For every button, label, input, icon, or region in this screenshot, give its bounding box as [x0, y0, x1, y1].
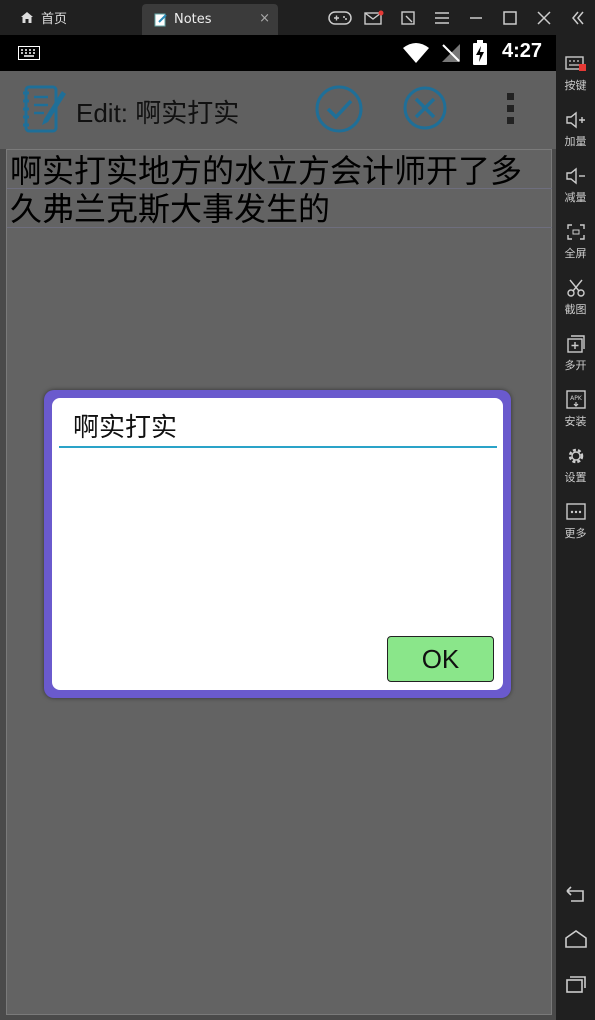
sidebar-item-more[interactable]: 更多 — [556, 501, 595, 541]
home-tab-label: 首页 — [41, 12, 68, 27]
volume-down-icon — [565, 167, 585, 185]
multi-instance-icon — [566, 335, 585, 353]
sidebar-item-label: 按键 — [564, 79, 587, 92]
sidebar-item-volume-down[interactable]: 减量 — [556, 165, 595, 205]
note-rule-line — [7, 227, 552, 228]
status-time: 4:27 — [501, 40, 542, 62]
battery-charging-icon — [473, 40, 487, 65]
maximize-icon[interactable] — [493, 0, 527, 35]
sidebar-item-multi[interactable]: 多开 — [556, 333, 595, 373]
home-nav-icon[interactable] — [565, 930, 587, 948]
android-screen: 4:27 Edit: 啊实打实 啊实打实地方的水立方会计师开了多久弗兰克斯大事发… — [0, 35, 556, 1020]
notebook-icon — [23, 85, 66, 133]
resize-icon[interactable] — [391, 0, 425, 35]
more-icon — [565, 503, 586, 520]
sidebar-item-label: 多开 — [564, 359, 587, 372]
emulator-titlebar: 首页 Notes × — [0, 0, 595, 35]
minimize-icon[interactable] — [459, 0, 493, 35]
gamepad-icon[interactable] — [323, 0, 357, 35]
sidebar-item-label: 减量 — [564, 191, 587, 204]
menu-icon[interactable] — [425, 0, 459, 35]
collapse-sidebar-icon[interactable] — [561, 0, 595, 35]
ok-button[interactable]: OK — [387, 636, 494, 682]
status-bar: 4:27 — [0, 35, 556, 71]
dialog-body: OK — [52, 398, 503, 690]
sidebar-item-label: 设置 — [564, 471, 587, 484]
svg-text:APK: APK — [570, 395, 583, 402]
notes-tab-icon — [154, 13, 167, 26]
mail-icon[interactable] — [357, 0, 391, 35]
home-icon — [21, 12, 33, 23]
sidebar-item-label: 全屏 — [564, 247, 587, 260]
title-input[interactable] — [59, 404, 497, 448]
page-title: Edit: 啊实打实 — [76, 98, 240, 128]
sidebar-item-keys[interactable]: 按键 — [556, 53, 595, 93]
app-toolbar: Edit: 啊实打实 — [0, 71, 556, 149]
wifi-icon — [403, 43, 429, 63]
close-tab-icon[interactable]: × — [259, 11, 270, 26]
notes-tab-label: Notes — [174, 12, 212, 27]
fullscreen-icon — [566, 224, 585, 240]
notes-tab[interactable]: Notes × — [142, 4, 278, 35]
sidebar-item-volume-up[interactable]: 加量 — [556, 109, 595, 149]
sidebar-item-label: 加量 — [564, 135, 587, 148]
emulator-sidebar: 按键 加量 减量 全屏 截图 多开 APK 安装 设置 更多 — [556, 35, 595, 1020]
sidebar-item-install[interactable]: APK 安装 — [556, 389, 595, 429]
confirm-check-icon[interactable] — [314, 84, 364, 134]
rename-dialog: OK — [44, 390, 511, 698]
no-signal-icon — [442, 44, 460, 62]
sidebar-item-label: 截图 — [564, 303, 587, 316]
home-tab[interactable]: 首页 — [0, 0, 140, 35]
keyboard-icon — [564, 56, 586, 71]
gear-icon — [568, 448, 583, 464]
overflow-menu-icon[interactable] — [505, 91, 517, 127]
sidebar-item-fullscreen[interactable]: 全屏 — [556, 221, 595, 261]
sidebar-item-settings[interactable]: 设置 — [556, 445, 595, 485]
close-window-icon[interactable] — [527, 0, 561, 35]
note-rule-line — [7, 188, 552, 189]
volume-up-icon — [565, 111, 585, 129]
sidebar-item-screenshot[interactable]: 截图 — [556, 277, 595, 317]
back-icon[interactable] — [565, 885, 587, 903]
scissors-icon — [566, 279, 585, 297]
apk-icon: APK — [565, 390, 586, 409]
recent-apps-icon[interactable] — [565, 975, 587, 993]
cancel-x-icon[interactable] — [402, 85, 448, 131]
keyboard-icon — [18, 46, 40, 60]
sidebar-item-label: 安装 — [564, 415, 587, 428]
sidebar-item-label: 更多 — [564, 527, 587, 540]
note-text[interactable]: 啊实打实地方的水立方会计师开了多久弗兰克斯大事发生的 — [10, 152, 550, 228]
